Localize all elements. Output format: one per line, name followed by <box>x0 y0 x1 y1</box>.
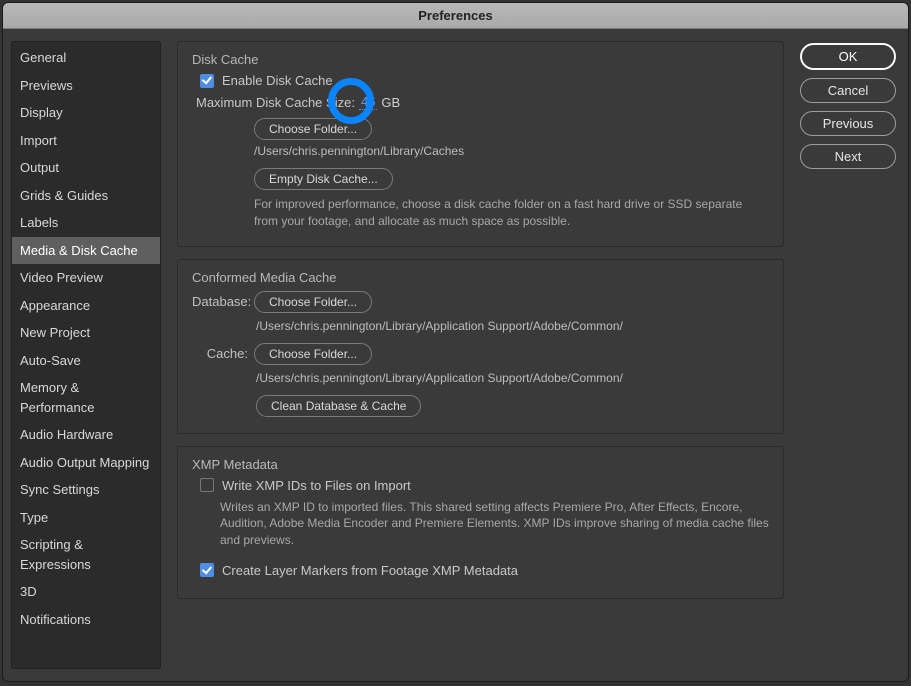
category-sidebar: GeneralPreviewsDisplayImportOutputGrids … <box>11 41 161 669</box>
conformed-title: Conformed Media Cache <box>192 270 769 285</box>
create-markers-row[interactable]: Create Layer Markers from Footage XMP Me… <box>200 563 769 578</box>
conformed-media-section: Conformed Media Cache Database: Choose F… <box>177 259 784 434</box>
enable-disk-cache-row[interactable]: Enable Disk Cache <box>200 73 769 88</box>
sidebar-item[interactable]: Type <box>12 504 160 532</box>
write-xmp-row[interactable]: Write XMP IDs to Files on Import <box>200 478 769 493</box>
sidebar-item[interactable]: Appearance <box>12 292 160 320</box>
sidebar-item[interactable]: Display <box>12 99 160 127</box>
cache-row: Cache: Choose Folder... <box>192 343 769 365</box>
write-xmp-checkbox[interactable] <box>200 478 214 492</box>
sidebar-item[interactable]: Grids & Guides <box>12 182 160 210</box>
xmp-section: XMP Metadata Write XMP IDs to Files on I… <box>177 446 784 599</box>
previous-button[interactable]: Previous <box>800 111 896 136</box>
sidebar-item[interactable]: New Project <box>12 319 160 347</box>
sidebar-item[interactable]: Media & Disk Cache <box>12 237 160 265</box>
empty-disk-cache-button[interactable]: Empty Disk Cache... <box>254 168 393 190</box>
xmp-title: XMP Metadata <box>192 457 769 472</box>
sidebar-item[interactable]: Output <box>12 154 160 182</box>
window-body: GeneralPreviewsDisplayImportOutputGrids … <box>3 29 908 681</box>
write-xmp-label: Write XMP IDs to Files on Import <box>222 478 411 493</box>
max-cache-size-row: Maximum Disk Cache Size: 46 GB <box>196 94 769 110</box>
preferences-window: Preferences GeneralPreviewsDisplayImport… <box>2 2 909 682</box>
disk-cache-hint: For improved performance, choose a disk … <box>254 196 769 230</box>
cache-label: Cache: <box>192 346 248 361</box>
max-cache-size-label: Maximum Disk Cache Size: <box>196 95 355 110</box>
disk-cache-folder-group: Choose Folder... /Users/chris.pennington… <box>254 118 769 230</box>
sidebar-item[interactable]: Audio Hardware <box>12 421 160 449</box>
ok-button[interactable]: OK <box>800 43 896 70</box>
cache-path: /Users/chris.pennington/Library/Applicat… <box>256 371 769 385</box>
max-cache-size-unit: GB <box>381 95 400 110</box>
disk-cache-section: Disk Cache Enable Disk Cache Maximum Dis… <box>177 41 784 247</box>
sidebar-item[interactable]: Scripting & Expressions <box>12 531 160 578</box>
main-panel: Disk Cache Enable Disk Cache Maximum Dis… <box>177 41 784 669</box>
sidebar-item[interactable]: Memory & Performance <box>12 374 160 421</box>
database-row: Database: Choose Folder... <box>192 291 769 313</box>
database-path: /Users/chris.pennington/Library/Applicat… <box>256 319 769 333</box>
sidebar-item[interactable]: Notifications <box>12 606 160 634</box>
disk-cache-title: Disk Cache <box>192 52 769 67</box>
enable-disk-cache-label: Enable Disk Cache <box>222 73 333 88</box>
choose-folder-button[interactable]: Choose Folder... <box>254 118 372 140</box>
enable-disk-cache-checkbox[interactable] <box>200 74 214 88</box>
database-choose-folder-button[interactable]: Choose Folder... <box>254 291 372 313</box>
sidebar-item[interactable]: Video Preview <box>12 264 160 292</box>
cancel-button[interactable]: Cancel <box>800 78 896 103</box>
sidebar-item[interactable]: Previews <box>12 72 160 100</box>
action-column: OK Cancel Previous Next <box>800 41 896 669</box>
cache-choose-folder-button[interactable]: Choose Folder... <box>254 343 372 365</box>
clean-database-button[interactable]: Clean Database & Cache <box>256 395 421 417</box>
sidebar-item[interactable]: Import <box>12 127 160 155</box>
max-cache-size-value[interactable]: 46 <box>359 94 377 110</box>
window-title: Preferences <box>3 3 908 29</box>
create-markers-label: Create Layer Markers from Footage XMP Me… <box>222 563 518 578</box>
sidebar-item[interactable]: Sync Settings <box>12 476 160 504</box>
sidebar-item[interactable]: Labels <box>12 209 160 237</box>
sidebar-item[interactable]: Audio Output Mapping <box>12 449 160 477</box>
sidebar-item[interactable]: General <box>12 44 160 72</box>
database-label: Database: <box>192 294 248 309</box>
sidebar-item[interactable]: 3D <box>12 578 160 606</box>
write-xmp-hint: Writes an XMP ID to imported files. This… <box>220 499 769 549</box>
disk-cache-path: /Users/chris.pennington/Library/Caches <box>254 144 769 158</box>
create-markers-checkbox[interactable] <box>200 563 214 577</box>
sidebar-item[interactable]: Auto-Save <box>12 347 160 375</box>
next-button[interactable]: Next <box>800 144 896 169</box>
